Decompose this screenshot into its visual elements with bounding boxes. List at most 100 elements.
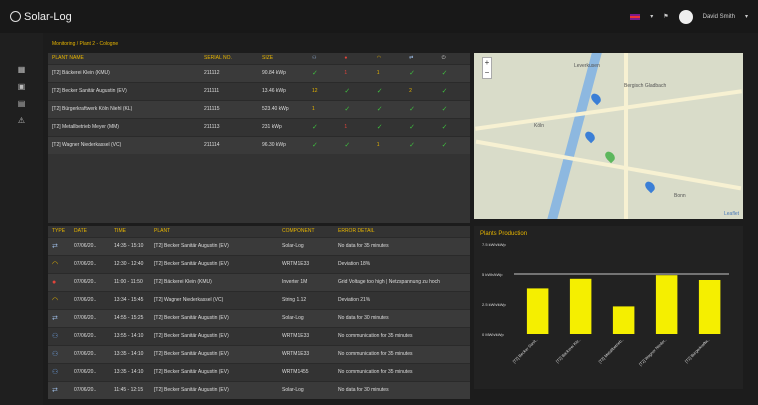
table-row[interactable]: [T2] Bürgerkraftwerk Köln Niehl (KL) 2111… <box>48 100 470 118</box>
avatar[interactable] <box>678 9 693 24</box>
size-cell: 90.84 kWp <box>258 64 308 82</box>
map-label: Leverkusen <box>574 63 600 69</box>
error-detail-cell: No communication for 35 minutes <box>334 345 470 363</box>
map-panel[interactable]: + − Bergisch Gladbach Köln Bonn Leverkus… <box>474 53 743 219</box>
table-row[interactable]: ⚇ 07/06/20.. 13:35 - 14:10 [T2] Becker Sani… <box>48 363 470 381</box>
table-row[interactable]: ◠ 07/06/20.. 13:34 - 15:45 [T2] Wagner Nied… <box>48 291 470 309</box>
col-date[interactable]: DATE <box>70 226 110 237</box>
status-cell: ✓ <box>405 100 438 118</box>
col-plant-name[interactable]: PLANT NAME <box>48 53 200 64</box>
col-component[interactable]: COMPONENT <box>278 226 334 237</box>
error-detail-cell: Grid Voltage too high | Netzspannung zu … <box>334 273 470 291</box>
warning-icon[interactable]: ⚠ <box>0 112 43 129</box>
table-row[interactable]: ⇄ 07/06/20.. 14:55 - 15:25 [T2] Becker Sani… <box>48 309 470 327</box>
data-icon[interactable]: ⇄ <box>405 53 437 64</box>
deviation-icon[interactable]: ◠ <box>373 53 405 64</box>
plant-cell: [T2] Becker Sanitär Augustin (EV) <box>150 381 278 399</box>
language-chevron-icon[interactable]: ▾ <box>650 13 653 20</box>
user-name[interactable]: David Smith <box>703 14 735 20</box>
table-row[interactable]: ● 07/06/20.. 11:00 - 11:50 [T2] Bäckerei Kl… <box>48 273 470 291</box>
status-cell: ✓ <box>409 124 416 131</box>
plant-name-cell: [T2] Bürgerkraftwerk Köln Niehl (KL) <box>48 100 200 118</box>
user-menu-chevron-icon[interactable]: ▾ <box>745 13 748 20</box>
device-icon[interactable]: ▤ <box>0 95 43 112</box>
map-pin[interactable] <box>589 91 603 106</box>
map-pin[interactable] <box>583 129 597 144</box>
table-row[interactable]: [T2] Becker Sanitär Augustin (EV) 211111 1… <box>48 82 470 100</box>
date-cell: 07/06/20.. <box>74 333 97 339</box>
power-icon[interactable]: ⏻ <box>438 53 470 64</box>
network-icon: ⚇ <box>52 369 59 376</box>
plant-cell: [T2] Becker Sanitär Augustin (EV) <box>150 237 278 255</box>
app-logo[interactable]: Solar-Log <box>10 11 72 23</box>
y-tick-label: 7.5 kWh/kWp <box>482 242 507 247</box>
bar[interactable] <box>698 280 721 334</box>
bar[interactable] <box>655 275 678 334</box>
breadcrumb[interactable]: Monitoring / Plant 2 - Cologne <box>52 41 118 47</box>
error-alert-icon: ● <box>48 273 70 291</box>
plant-name-cell: [T2] Wagner Niederkassel (VC) <box>48 136 200 154</box>
monitor-icon[interactable]: ▣ <box>0 78 43 95</box>
language-flag-icon[interactable] <box>630 13 641 20</box>
error-icon[interactable]: ● <box>340 53 372 64</box>
status-cell: 1 <box>340 64 373 82</box>
plant-name-cell: [T2] Becker Sanitär Augustin (EV) <box>52 88 127 94</box>
table-row[interactable]: [T2] Metallbetrieb Meyer (MM) 211113 231 k… <box>48 118 470 136</box>
network-icon[interactable]: ⚇ <box>308 53 340 64</box>
table-row[interactable]: [T2] Wagner Niederkassel (VC) 211114 96.30… <box>48 136 470 154</box>
col-size[interactable]: SIZE <box>258 53 308 64</box>
status-cell: ✓ <box>437 100 470 118</box>
col-time[interactable]: TIME <box>110 226 150 237</box>
col-type[interactable]: TYPE <box>48 226 70 237</box>
bar[interactable] <box>526 288 549 334</box>
time-cell: 14:35 - 15:10 <box>110 237 150 255</box>
plant-cell: [T2] Becker Sanitär Augustin (EV) <box>150 345 278 363</box>
table-row[interactable]: ◠ 07/06/20.. 12:30 - 12:40 [T2] Becker Sani… <box>48 255 470 273</box>
map-pin[interactable] <box>643 179 657 194</box>
table-row[interactable]: ⇄ 07/06/20.. 11:45 - 12:15 [T2] Becker Sani… <box>48 381 470 399</box>
status-cell: ✓ <box>376 124 383 131</box>
zoom-in-button[interactable]: + <box>483 58 491 68</box>
error-detail-cell: No data for 30 minutes <box>334 309 470 327</box>
table-row[interactable]: ⇄ 07/06/20.. 14:35 - 15:10 [T2] Becker Sani… <box>48 237 470 255</box>
error-detail-cell: Deviation 21% <box>338 297 371 303</box>
time-cell: 14:55 - 15:25 <box>110 309 150 327</box>
component-cell: Solar-Log <box>278 237 334 255</box>
map-attribution[interactable]: Leaflet <box>724 211 739 217</box>
col-plant[interactable]: PLANT <box>150 226 278 237</box>
status-cell: ✓ <box>372 100 406 118</box>
plant-cell: [T2] Wagner Niederkassel (VC) <box>154 297 224 303</box>
error-detail-cell: No communication for 35 minutes <box>338 369 413 375</box>
table-row[interactable]: ⚇ 07/06/20.. 13:55 - 14:10 [T2] Becker Sani… <box>48 327 470 345</box>
map-label: Köln <box>534 123 545 129</box>
size-cell: 13.46 kWp <box>262 88 286 94</box>
bar[interactable] <box>569 278 592 334</box>
dashboard-icon[interactable]: ▦ <box>0 61 43 78</box>
zoom-out-button[interactable]: − <box>483 68 491 78</box>
size-cell: 231 kWp <box>262 124 282 130</box>
status-cell: ✓ <box>441 124 448 131</box>
plants-table-panel: PLANT NAME SERIAL NO. SIZE ⚇ ● ◠ ⇄ ⏻ [T2… <box>48 53 470 223</box>
status-cell: ✓ <box>441 88 448 95</box>
sidebar: ▦ ▣ ▤ ⚠ <box>0 33 43 405</box>
notification-icon[interactable]: ⚑ <box>663 13 668 20</box>
col-serial[interactable]: SERIAL NO. <box>200 53 258 64</box>
events-table-panel: TYPE DATE TIME PLANT COMPONENT ERROR DET… <box>48 226 470 399</box>
map-pin[interactable] <box>603 149 617 164</box>
bar[interactable] <box>612 306 635 334</box>
events-table: TYPE DATE TIME PLANT COMPONENT ERROR DET… <box>48 226 470 399</box>
serial-cell: 211112 <box>200 64 258 82</box>
plant-cell: [T2] Becker Sanitär Augustin (EV) <box>154 261 229 267</box>
status-cell: ✓ <box>340 136 373 154</box>
serial-cell: 211114 <box>200 136 258 154</box>
col-error-detail[interactable]: ERROR DETAIL <box>334 226 470 237</box>
date-cell: 07/06/20.. <box>70 237 110 255</box>
status-cell: 1 <box>372 136 406 154</box>
logo-text: Solar-Log <box>24 10 72 23</box>
table-row[interactable]: [T2] Bäckerei Klein (KMU) 211112 90.84 kWp… <box>48 64 470 82</box>
table-row[interactable]: ⚇ 07/06/20.. 13:35 - 14:10 [T2] Becker Sani… <box>48 345 470 363</box>
time-cell: 11:00 - 11:50 <box>110 273 150 291</box>
component-cell: WRTM1E33 <box>282 333 310 339</box>
status-cell: ✓ <box>405 136 438 154</box>
zoom-control[interactable]: + − <box>482 57 492 79</box>
